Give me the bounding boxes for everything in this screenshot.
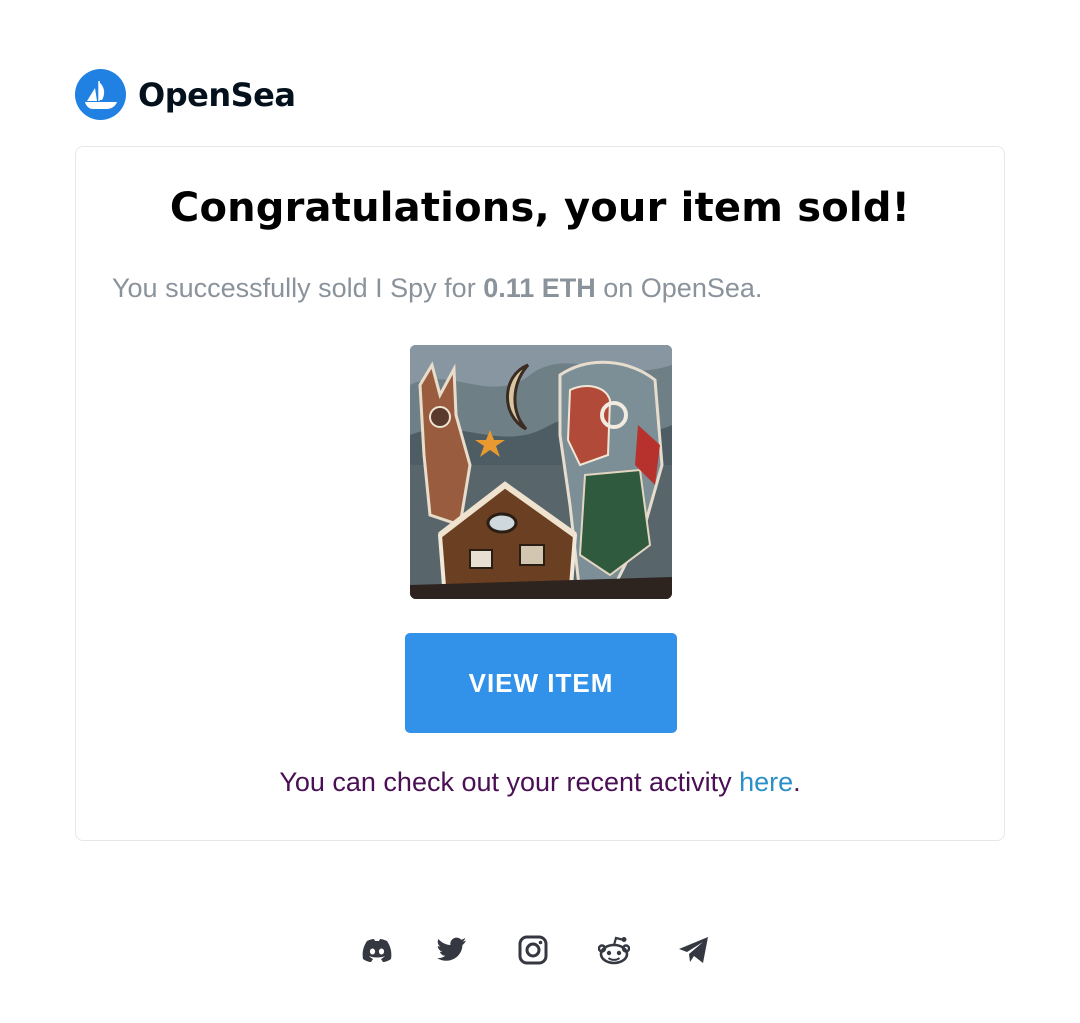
brand-name: OpenSea [138,75,296,114]
email-page: OpenSea Congratulations, your item sold!… [0,0,1080,1023]
sale-notification-card: Congratulations, your item sold! You suc… [75,146,1005,841]
reddit-icon[interactable] [592,928,636,972]
item-artwork-image[interactable] [410,345,672,599]
sale-price: 0.11 ETH [483,273,596,303]
page-title: Congratulations, your item sold! [169,185,911,231]
telegram-icon[interactable] [672,928,716,972]
recent-activity-link[interactable]: here [739,767,793,797]
sale-message-prefix: You successfully sold I Spy for [112,273,484,303]
twitter-icon[interactable] [430,928,474,972]
sale-message: You successfully sold I Spy for 0.11 ETH… [112,273,762,304]
activity-message-suffix: . [793,767,801,797]
sale-message-suffix: on OpenSea. [595,273,763,303]
opensea-boat-icon [75,69,126,120]
discord-icon[interactable] [355,928,399,972]
view-item-button[interactable]: VIEW ITEM [405,633,677,733]
recent-activity-message: You can check out your recent activity h… [76,767,1004,798]
activity-message-prefix: You can check out your recent activity [279,767,740,797]
social-links [0,928,1080,972]
opensea-logo-link[interactable]: OpenSea [75,69,296,120]
instagram-icon[interactable] [511,928,555,972]
